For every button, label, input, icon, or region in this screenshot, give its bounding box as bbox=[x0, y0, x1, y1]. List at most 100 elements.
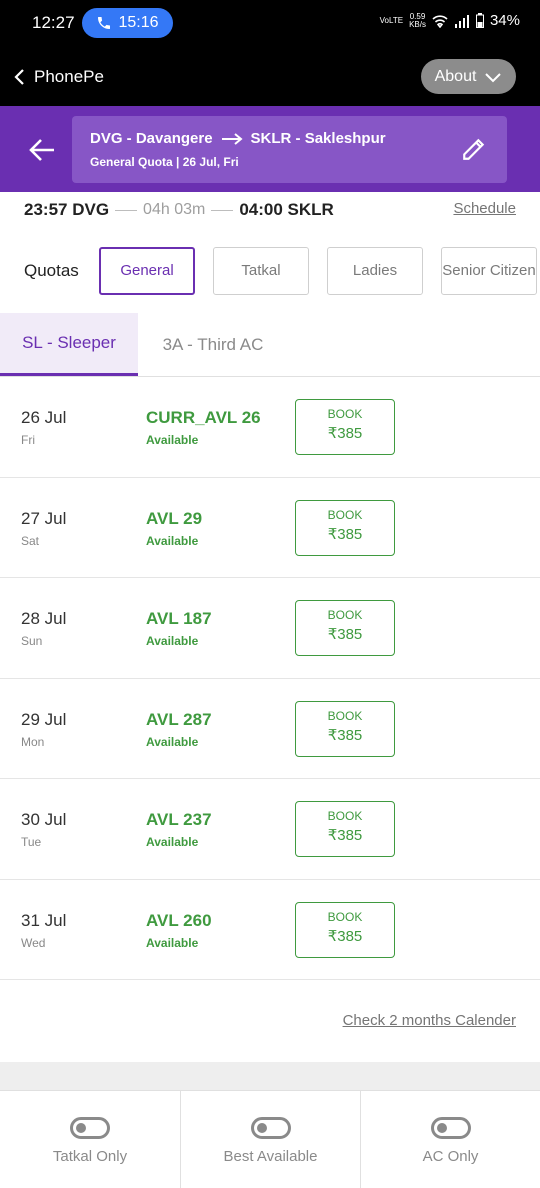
filter-bar: Tatkal Only Best Available AC Only bbox=[0, 1090, 540, 1188]
row-availability-label: Available bbox=[146, 835, 199, 849]
filter-ac-only[interactable]: AC Only bbox=[360, 1091, 540, 1188]
train-timing: 23:57 DVG 04h 03m 04:00 SKLR bbox=[24, 198, 516, 222]
pencil-edit-icon[interactable] bbox=[461, 136, 487, 162]
section-divider bbox=[0, 1062, 540, 1090]
fare-price: ₹385 bbox=[327, 525, 363, 543]
filter-best-available[interactable]: Best Available bbox=[180, 1091, 360, 1188]
row-availability-status: AVL 29 bbox=[146, 508, 203, 528]
quota-senior-citizen[interactable]: Senior Citizen bbox=[441, 247, 537, 295]
journey-header: DVG - Davangere SKLR - Sakleshpur Genera… bbox=[0, 106, 540, 192]
row-availability-status: AVL 187 bbox=[146, 609, 212, 628]
phone-icon bbox=[98, 17, 111, 29]
book-label: BOOK bbox=[327, 608, 363, 622]
row-day: Mon bbox=[21, 734, 45, 749]
book-button[interactable]: BOOK ₹385 bbox=[295, 600, 395, 656]
app-bar: PhonePe About bbox=[0, 48, 540, 106]
schedule-link[interactable]: Schedule bbox=[453, 200, 516, 217]
row-date: 28 Jul bbox=[21, 609, 67, 628]
filter-label: Best Available bbox=[223, 1148, 318, 1165]
origin-station: DVG - Davangere bbox=[90, 130, 213, 147]
availability-list: 26 Jul Fri CURR_AVL 26 Available BOOK ₹385 27 … bbox=[0, 377, 540, 980]
tab-third-ac[interactable]: 3A - Third AC bbox=[138, 313, 288, 376]
arrow-left-icon[interactable] bbox=[28, 137, 56, 163]
row-availability-label: Available bbox=[146, 433, 199, 447]
row-availability-status: AVL 237 bbox=[146, 810, 212, 829]
row-date: 29 Jul bbox=[21, 709, 67, 729]
battery-icon bbox=[475, 13, 484, 28]
row-date: 30 Jul bbox=[21, 810, 67, 829]
app-back-label[interactable]: PhonePe bbox=[34, 67, 104, 87]
call-duration: 15:16 bbox=[118, 14, 159, 31]
book-label: BOOK bbox=[327, 407, 363, 421]
timing-divider bbox=[211, 209, 234, 211]
row-availability-label: Available bbox=[146, 935, 199, 950]
row-availability-status: AVL 287 bbox=[146, 709, 212, 729]
row-day: Tue bbox=[21, 835, 42, 849]
book-button[interactable]: BOOK ₹385 bbox=[295, 499, 395, 556]
toggle-switch[interactable] bbox=[70, 1117, 110, 1139]
duration: 04h 03m bbox=[143, 201, 206, 218]
book-label: BOOK bbox=[327, 507, 363, 522]
check-calendar-link[interactable]: Check 2 months Calender bbox=[343, 1012, 516, 1029]
row-date: 27 Jul bbox=[21, 508, 67, 528]
book-label: BOOK bbox=[327, 909, 363, 924]
availability-row: 29 Jul Mon AVL 287 Available BOOK ₹385 bbox=[0, 679, 540, 779]
row-availability-label: Available bbox=[146, 634, 199, 648]
toggle-switch[interactable] bbox=[430, 1117, 471, 1139]
wifi-icon bbox=[432, 14, 448, 28]
volte-indicator: VoLTE bbox=[379, 15, 404, 25]
row-day: Sun bbox=[21, 634, 43, 648]
row-availability-label: Available bbox=[146, 533, 199, 548]
quota-general[interactable]: General bbox=[99, 247, 195, 295]
row-day: Fri bbox=[21, 433, 35, 447]
journey-summary-card[interactable]: DVG - Davangere SKLR - Sakleshpur Genera… bbox=[72, 116, 507, 183]
availability-row: 28 Jul Sun AVL 187 Available BOOK ₹385 bbox=[0, 578, 540, 679]
about-button[interactable]: About bbox=[421, 59, 516, 94]
toggle-switch[interactable] bbox=[250, 1117, 291, 1139]
availability-row: 26 Jul Fri CURR_AVL 26 Available BOOK ₹385 bbox=[0, 377, 540, 478]
fare-price: ₹385 bbox=[327, 827, 363, 844]
availability-row: 31 Jul Wed AVL 260 Available BOOK ₹385 bbox=[0, 880, 540, 980]
quota-tatkal[interactable]: Tatkal bbox=[213, 247, 309, 295]
journey-subtitle: General Quota | 26 Jul, Fri bbox=[90, 155, 239, 169]
departure: 23:57 DVG bbox=[24, 200, 110, 219]
row-date: 26 Jul bbox=[21, 408, 67, 427]
fare-price: ₹385 bbox=[327, 726, 363, 744]
book-button[interactable]: BOOK ₹385 bbox=[295, 399, 395, 455]
arrival: 04:00 SKLR bbox=[239, 200, 334, 219]
availability-row: 27 Jul Sat AVL 29 Available BOOK ₹385 bbox=[0, 478, 540, 578]
row-availability-status: AVL 260 bbox=[146, 910, 212, 930]
clock: 12:27 bbox=[32, 13, 75, 32]
filter-label: AC Only bbox=[422, 1148, 479, 1165]
row-availability-status: CURR_AVL 26 bbox=[146, 408, 261, 427]
signal-icon bbox=[454, 14, 469, 28]
route: DVG - Davangere SKLR - Sakleshpur bbox=[90, 130, 386, 147]
status-bar: 12:27 15:16 VoLTE 0.59 KB/s 34% bbox=[0, 0, 540, 48]
quotas-label: Quotas bbox=[24, 261, 79, 280]
book-button[interactable]: BOOK ₹385 bbox=[295, 801, 395, 857]
timing-divider bbox=[115, 209, 138, 211]
tab-sleeper[interactable]: SL - Sleeper bbox=[0, 313, 138, 376]
about-label: About bbox=[434, 67, 477, 85]
fare-price: ₹385 bbox=[327, 626, 363, 643]
book-button[interactable]: BOOK ₹385 bbox=[295, 901, 395, 958]
row-day: Sat bbox=[21, 533, 40, 548]
fare-price: ₹385 bbox=[327, 927, 363, 945]
book-label: BOOK bbox=[327, 809, 363, 823]
battery-percent: 34% bbox=[489, 12, 520, 29]
ongoing-call-pill[interactable]: 15:16 bbox=[82, 8, 173, 38]
arrow-right-icon bbox=[221, 132, 243, 145]
fare-price: ₹385 bbox=[327, 425, 363, 442]
chevron-down-icon bbox=[485, 72, 502, 82]
net-speed: 0.59 KB/s bbox=[409, 11, 426, 29]
availability-row: 30 Jul Tue AVL 237 Available BOOK ₹385 bbox=[0, 779, 540, 880]
book-label: BOOK bbox=[327, 708, 363, 723]
filter-label: Tatkal Only bbox=[52, 1148, 128, 1165]
book-button[interactable]: BOOK ₹385 bbox=[295, 700, 395, 757]
destination-station: SKLR - Sakleshpur bbox=[250, 130, 386, 147]
row-availability-label: Available bbox=[146, 734, 199, 749]
chevron-left-icon[interactable] bbox=[10, 66, 30, 88]
filter-tatkal-only[interactable]: Tatkal Only bbox=[0, 1091, 180, 1188]
row-date: 31 Jul bbox=[21, 910, 67, 930]
quota-ladies[interactable]: Ladies bbox=[327, 247, 423, 295]
